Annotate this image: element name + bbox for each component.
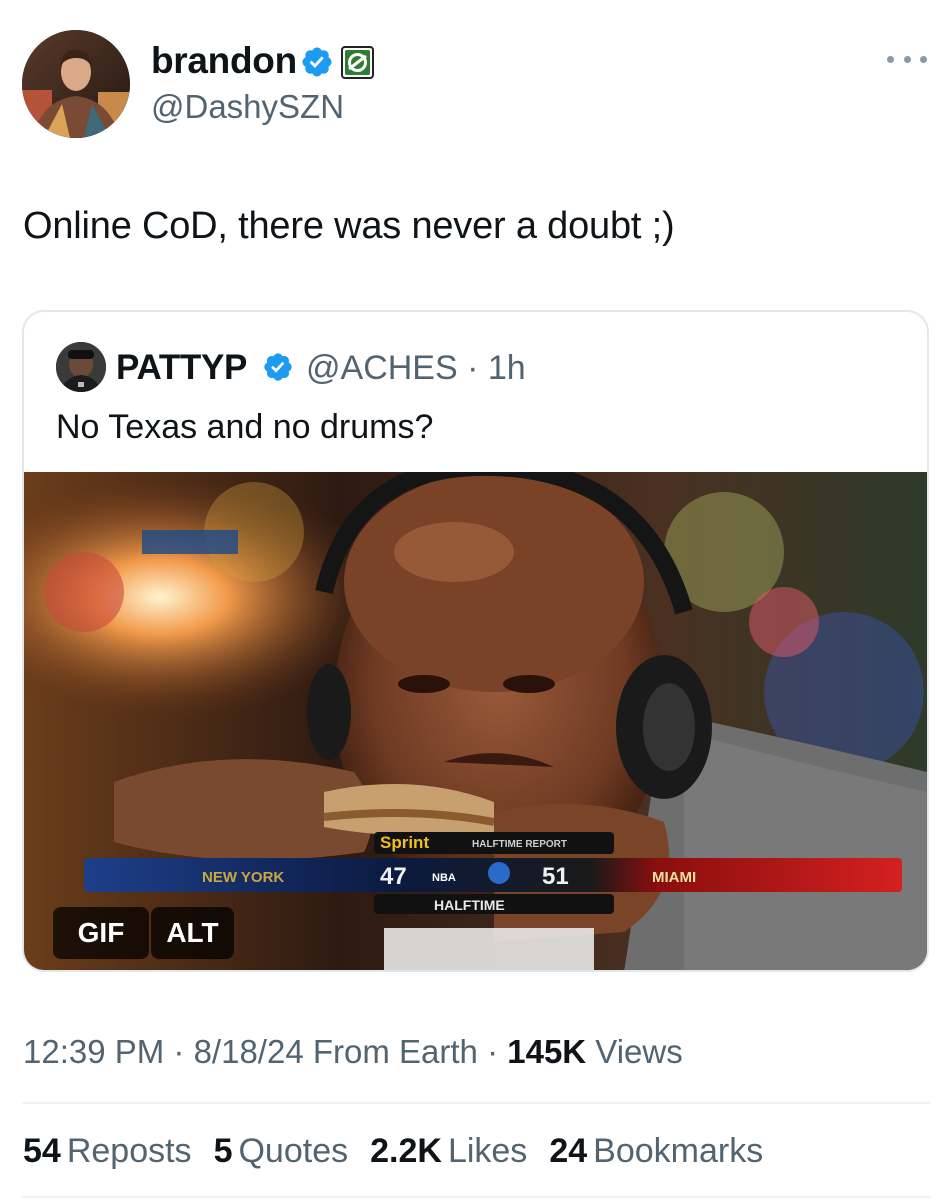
gif-frame: Sprint HALFTIME REPORT NEW YORK 47 NBA 5… [24, 472, 927, 970]
verified-badge-icon[interactable] [300, 45, 334, 79]
views-label: Views [595, 1033, 683, 1070]
alt-text-button[interactable]: ALT [151, 907, 234, 959]
more-horizontal-icon[interactable] [887, 49, 927, 69]
scoreboard-report: HALFTIME REPORT [472, 839, 567, 850]
views-count: 145K [507, 1033, 587, 1070]
divider [22, 1102, 931, 1104]
gif-media[interactable]: Sprint HALFTIME REPORT NEW YORK 47 NBA 5… [24, 472, 927, 970]
meta-separator: · [467, 349, 479, 387]
reposts-label: Reposts [66, 1132, 192, 1170]
likes-label: Likes [447, 1132, 528, 1170]
quotes-stat[interactable]: 5 Quotes [214, 1132, 349, 1171]
scoreboard-network: NBA [432, 872, 456, 884]
author-avatar[interactable] [22, 30, 130, 138]
quotes-label: Quotes [238, 1132, 349, 1170]
bookmarks-stat[interactable]: 24 Bookmarks [549, 1132, 763, 1171]
quotes-count: 5 [213, 1132, 233, 1170]
author-name[interactable]: brandon [151, 40, 297, 82]
quote-author-handle[interactable]: @ACHES [306, 349, 458, 387]
likes-count: 2.2K [370, 1132, 442, 1170]
tweet-meta: 12:39 PM · 8/18/24 From Earth · 145K Vie… [23, 1033, 683, 1070]
verified-badge-icon[interactable] [262, 351, 294, 383]
tweet-date[interactable]: 8/18/24 [194, 1033, 304, 1070]
scoreboard-sponsor: Sprint [380, 833, 429, 852]
quote-author-name[interactable]: PATTYP [116, 348, 247, 388]
optic-gaming-icon[interactable] [341, 46, 374, 79]
scoreboard-team-right: MIAMI [652, 869, 696, 886]
quote-time[interactable]: 1h [488, 349, 526, 387]
scoreboard-team-left: NEW YORK [202, 869, 284, 886]
quoted-tweet-card[interactable]: PATTYP @ACHES · 1h No Texas and no drums… [22, 310, 929, 972]
reposts-count: 54 [23, 1132, 61, 1170]
tweet-text: Online CoD, there was never a doubt ;) [23, 205, 675, 247]
scoreboard-score-right: 51 [542, 863, 569, 890]
divider [22, 1196, 931, 1198]
scoreboard-score-left: 47 [380, 863, 407, 890]
quote-author-avatar[interactable] [56, 342, 106, 392]
bookmarks-label: Bookmarks [593, 1132, 764, 1170]
gif-badge[interactable]: GIF [53, 907, 149, 959]
tweet-source: From Earth [312, 1033, 478, 1070]
likes-stat[interactable]: 2.2K Likes [370, 1132, 527, 1171]
bookmarks-count: 24 [549, 1132, 588, 1170]
tweet-time[interactable]: 12:39 PM [23, 1033, 164, 1070]
quote-meta: @ACHES · 1h [306, 349, 526, 388]
reposts-stat[interactable]: 54 Reposts [23, 1132, 192, 1171]
scoreboard-period: HALFTIME [434, 897, 505, 913]
engagement-stats: 54 Reposts 5 Quotes 2.2K Likes 24 Bookmarks [23, 1132, 763, 1171]
quote-text: No Texas and no drums? [56, 408, 434, 446]
author-handle[interactable]: @DashySZN [151, 88, 344, 126]
